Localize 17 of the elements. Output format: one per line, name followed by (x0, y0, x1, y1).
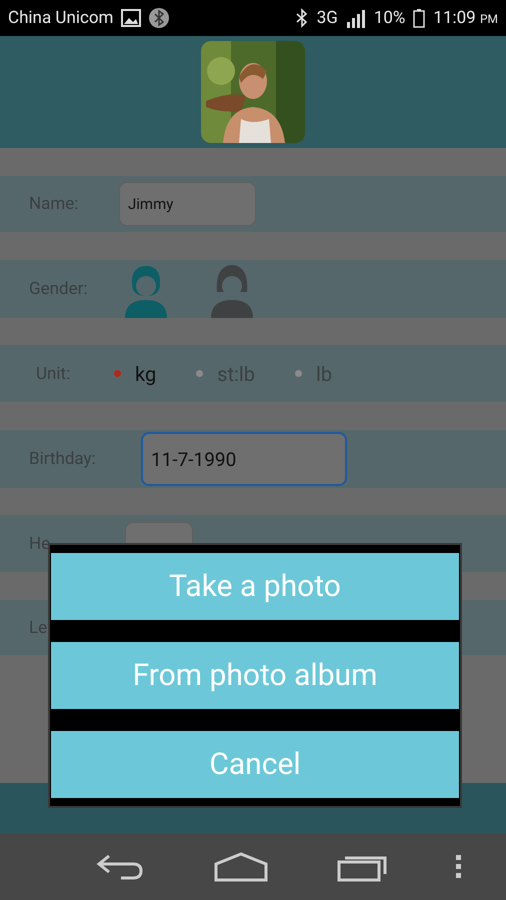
unit-radio[interactable]: kg (114, 362, 156, 386)
bluetooth-icon (149, 8, 170, 28)
clock-time: 11:09 PM (433, 8, 498, 28)
network-type: 3G (316, 8, 338, 28)
signal-icon (346, 8, 366, 28)
dialog-option-button[interactable]: Cancel (51, 731, 459, 798)
dialog-option-button[interactable]: Take a photo (51, 553, 459, 620)
battery-percent: 10% (374, 8, 406, 28)
dialog-option-button[interactable]: From photo album (51, 642, 459, 709)
overflow-menu-icon[interactable] (456, 854, 462, 878)
birthday-field[interactable]: 11-7-1990 (141, 432, 347, 486)
name-field[interactable]: Jimmy (119, 182, 256, 226)
home-icon[interactable] (214, 852, 268, 882)
image-icon (121, 9, 142, 27)
battery-icon (413, 8, 426, 28)
carrier-name: China Unicom (8, 8, 114, 28)
bluetooth-icon (294, 8, 309, 28)
